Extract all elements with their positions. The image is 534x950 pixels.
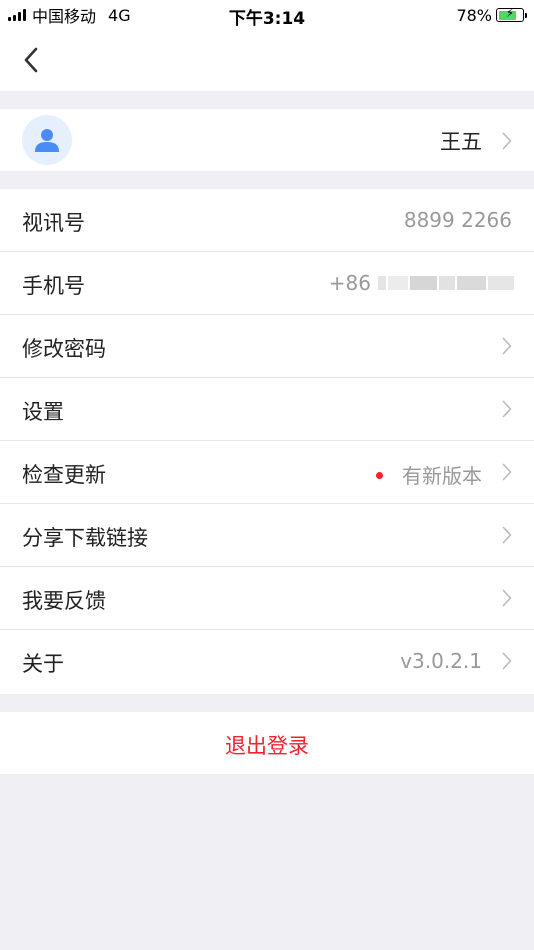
avatar bbox=[22, 115, 72, 165]
settings-list: 视讯号 8899 2266 手机号 +86 修改密码 设置 检查更新 有新版本 … bbox=[0, 189, 534, 694]
row-about[interactable]: 关于 v3.0.2.1 bbox=[0, 630, 534, 693]
battery-icon: ⚡ bbox=[496, 6, 527, 22]
battery-tip bbox=[524, 12, 527, 18]
phone-prefix: +86 bbox=[328, 271, 371, 295]
new-version-dot bbox=[376, 472, 383, 479]
phone-number-redacted bbox=[378, 274, 514, 292]
status-bar: 中国移动 4G 下午3:14 78% ⚡ bbox=[0, 0, 534, 30]
chevron-right-icon bbox=[502, 337, 512, 355]
row-check-update[interactable]: 检查更新 有新版本 bbox=[0, 441, 534, 504]
logout-button[interactable]: 退出登录 bbox=[0, 712, 534, 774]
row-label: 检查更新 bbox=[22, 463, 106, 487]
row-label: 我要反馈 bbox=[22, 589, 106, 613]
app-version: v3.0.2.1 bbox=[400, 649, 482, 673]
update-status: 有新版本 bbox=[402, 464, 482, 488]
profile-name: 王五 bbox=[440, 130, 482, 154]
row-value: 8899 2266 bbox=[403, 208, 512, 232]
row-phone[interactable]: 手机号 +86 bbox=[0, 252, 534, 315]
row-settings[interactable]: 设置 bbox=[0, 378, 534, 441]
chevron-left-icon bbox=[24, 47, 38, 73]
status-time: 下午3:14 bbox=[228, 9, 306, 29]
row-feedback[interactable]: 我要反馈 bbox=[0, 567, 534, 630]
profile-card[interactable]: 王五 bbox=[0, 109, 534, 171]
chevron-right-icon bbox=[502, 463, 512, 481]
row-change-password[interactable]: 修改密码 bbox=[0, 315, 534, 378]
nav-bar bbox=[0, 30, 534, 91]
row-label: 设置 bbox=[22, 400, 64, 424]
row-label: 关于 bbox=[22, 652, 64, 676]
status-right: 78% ⚡ bbox=[456, 5, 527, 25]
battery-percent: 78% bbox=[456, 5, 492, 25]
user-icon bbox=[35, 129, 59, 152]
chevron-right-icon bbox=[502, 589, 512, 607]
charging-bolt-icon: ⚡ bbox=[505, 6, 515, 20]
row-share-download-link[interactable]: 分享下载链接 bbox=[0, 504, 534, 567]
logout-label: 退出登录 bbox=[225, 734, 309, 758]
row-label: 分享下载链接 bbox=[22, 526, 148, 550]
back-button[interactable] bbox=[16, 44, 46, 76]
row-label: 视讯号 bbox=[22, 211, 85, 235]
row-label: 修改密码 bbox=[22, 337, 106, 361]
chevron-right-icon bbox=[502, 400, 512, 418]
chevron-right-icon bbox=[502, 526, 512, 544]
row-label: 手机号 bbox=[22, 274, 85, 298]
chevron-right-icon bbox=[502, 652, 512, 670]
chevron-right-icon bbox=[502, 132, 512, 150]
row-video-id[interactable]: 视讯号 8899 2266 bbox=[0, 189, 534, 252]
